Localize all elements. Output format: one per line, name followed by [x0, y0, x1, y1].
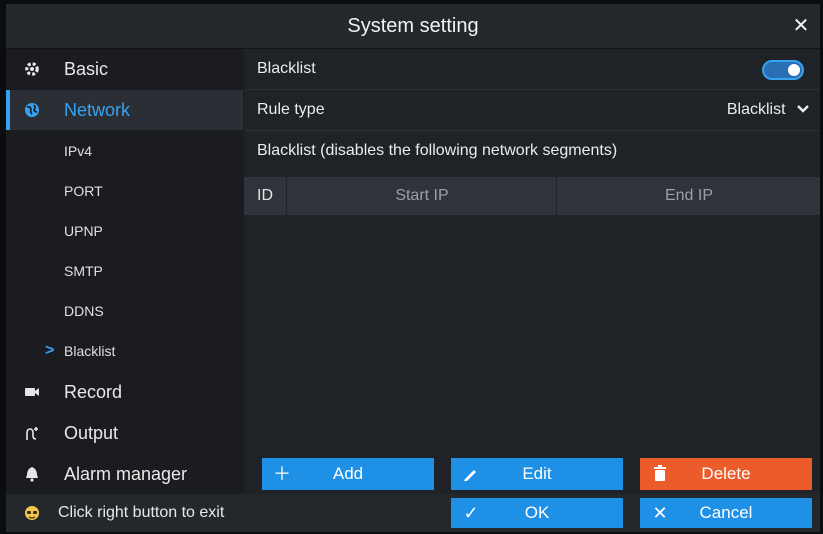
column-divider: [286, 177, 287, 215]
chevron-down-icon: [797, 105, 809, 113]
status-text: Click right button to exit: [58, 504, 225, 521]
rule-type-label: Rule type: [257, 101, 325, 118]
add-button-label: Add: [332, 464, 364, 483]
globe-icon: [25, 103, 39, 117]
close-icon[interactable]: ✕: [788, 13, 814, 39]
edit-button[interactable]: Edit: [451, 458, 623, 490]
sidebar-item-network[interactable]: Network: [6, 90, 243, 130]
chevron-right-icon: >: [45, 342, 55, 359]
ok-button[interactable]: ✓ OK: [451, 498, 623, 528]
status-bar: Click right button to exit ✓ OK ✕ Cancel: [6, 494, 820, 532]
sidebar-subitem-smtp[interactable]: SMTP: [6, 251, 243, 291]
camera-icon: [25, 388, 39, 396]
system-setting-window: System setting ✕ Basic Network IPv4 PORT…: [6, 4, 820, 532]
edit-button-label: Edit: [522, 464, 552, 483]
bell-icon: [26, 467, 38, 482]
sidebar-subitem-ipv4[interactable]: IPv4: [6, 131, 243, 171]
sidebar-item-label: Output: [64, 423, 119, 443]
sidebar-subitem-label: IPv4: [64, 143, 93, 159]
blacklist-description: Blacklist (disables the following networ…: [257, 142, 618, 159]
sidebar-subitem-label: Blacklist: [64, 343, 116, 359]
sidebar-item-label: Network: [64, 100, 131, 120]
cancel-button[interactable]: ✕ Cancel: [640, 498, 812, 528]
sidebar-subitem-blacklist[interactable]: > Blacklist: [6, 331, 243, 371]
content-panel: Blacklist Rule type Blacklist Blacklist …: [244, 49, 820, 494]
toggle-knob: [788, 64, 800, 76]
sidebar-item-record[interactable]: Record: [6, 372, 243, 412]
rule-type-value: Blacklist: [726, 101, 786, 118]
sidebar-subitem-label: SMTP: [64, 263, 103, 279]
output-icon: [26, 427, 38, 440]
sidebar-subitem-upnp[interactable]: UPNP: [6, 211, 243, 251]
sidebar-item-label: Record: [64, 382, 123, 402]
title-bar: System setting ✕: [6, 4, 820, 49]
sidebar-item-basic[interactable]: Basic: [6, 49, 243, 89]
column-header-end-ip: End IP: [664, 187, 714, 204]
column-divider: [556, 177, 557, 215]
sidebar-subitem-port[interactable]: PORT: [6, 171, 243, 211]
column-header-start-ip: Start IP: [395, 187, 449, 204]
sidebar: Basic Network IPv4 PORT UPNP SMTP DDNS >…: [6, 49, 243, 494]
description-row: Blacklist (disables the following networ…: [244, 131, 820, 171]
mouse-icon: [25, 506, 39, 520]
table-header: ID Start IP End IP: [244, 177, 820, 215]
sidebar-subitem-label: PORT: [64, 183, 103, 199]
sidebar-subitem-label: UPNP: [64, 223, 103, 239]
delete-button[interactable]: Delete: [640, 458, 812, 490]
rule-type-row: Rule type Blacklist: [244, 90, 820, 131]
delete-button-label: Delete: [701, 464, 751, 483]
window-title: System setting: [347, 15, 479, 37]
ok-button-label: OK: [524, 503, 550, 522]
sidebar-item-alarm-manager[interactable]: Alarm manager: [6, 454, 243, 494]
sidebar-item-output[interactable]: Output: [6, 413, 243, 453]
gear-icon: [25, 62, 39, 76]
blacklist-row: Blacklist: [244, 49, 820, 90]
blacklist-label: Blacklist: [257, 60, 316, 77]
rule-type-select[interactable]: Blacklist: [727, 90, 810, 130]
add-button[interactable]: ＋ Add: [262, 458, 434, 490]
cancel-button-label: Cancel: [699, 503, 753, 522]
sidebar-subitem-label: DDNS: [64, 303, 104, 319]
sidebar-subitem-ddns[interactable]: DDNS: [6, 291, 243, 331]
sidebar-item-label: Basic: [64, 59, 109, 79]
blacklist-toggle[interactable]: [762, 60, 804, 80]
column-header-id: ID: [257, 187, 273, 204]
sidebar-item-label: Alarm manager: [64, 464, 188, 484]
